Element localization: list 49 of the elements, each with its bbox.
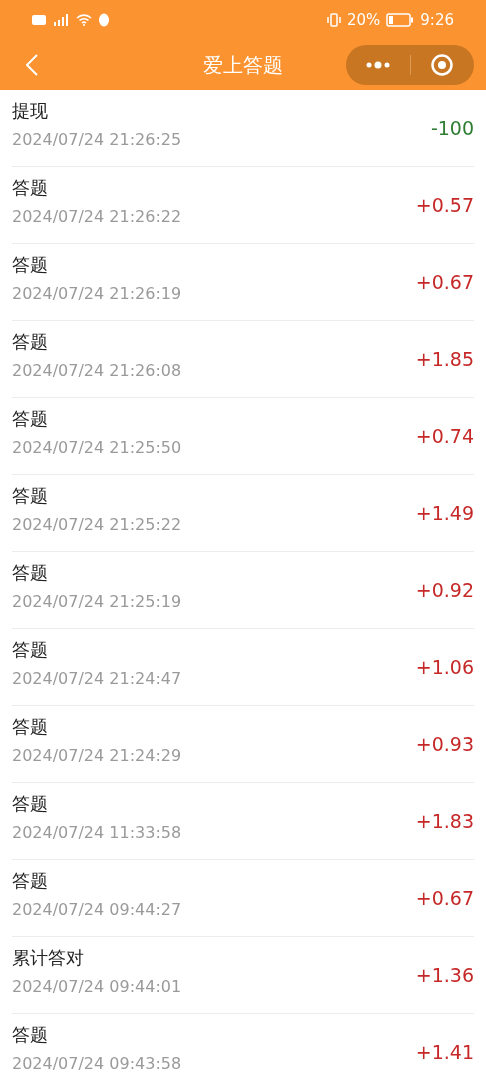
record-title: 累计答对 <box>12 945 85 970</box>
record-amount: +0.93 <box>415 731 474 757</box>
record-title: 答题 <box>12 175 49 200</box>
record-time: 2024/07/24 21:24:29 <box>12 744 182 767</box>
vibrate-icon <box>326 13 341 27</box>
record-time: 2024/07/24 21:26:25 <box>12 128 182 151</box>
record-title: 提现 <box>12 98 49 123</box>
record-time: 2024/07/24 09:44:01 <box>12 975 182 998</box>
record-amount: +0.74 <box>415 423 474 449</box>
record-amount: +1.36 <box>415 962 474 988</box>
record-time: 2024/07/24 09:43:58 <box>12 1052 182 1075</box>
page-title: 爱上答题 <box>203 52 283 79</box>
record-title: 答题 <box>12 329 49 354</box>
record-amount: +1.83 <box>415 808 474 834</box>
record-amount: +0.67 <box>415 269 474 295</box>
record-time: 2024/07/24 21:26:19 <box>12 282 182 305</box>
target-icon <box>431 54 454 76</box>
record-amount: +0.67 <box>415 885 474 911</box>
record-amount: +0.92 <box>415 577 474 603</box>
back-icon <box>26 54 38 76</box>
record-amount: +1.49 <box>415 500 474 526</box>
record-title: 答题 <box>12 560 49 585</box>
wifi-icon <box>76 14 92 26</box>
record-title: 答题 <box>12 791 49 816</box>
record-title: 答题 <box>12 483 49 508</box>
record-title: 答题 <box>12 252 49 277</box>
record-time: 2024/07/24 21:26:08 <box>12 359 182 382</box>
battery-icon <box>386 13 415 27</box>
record-time: 2024/07/24 11:33:58 <box>12 821 182 844</box>
more-icon <box>364 61 391 69</box>
record-amount: +1.06 <box>415 654 474 680</box>
record-amount: +1.85 <box>415 346 474 372</box>
record-title: 答题 <box>12 1022 49 1047</box>
record-time: 2024/07/24 21:25:50 <box>12 436 182 459</box>
record-title: 答题 <box>12 868 49 893</box>
record-title: 答题 <box>12 637 49 662</box>
record-time: 2024/07/24 21:25:19 <box>12 590 182 613</box>
clock-time: 9:26 <box>420 9 454 31</box>
record-amount: +0.57 <box>415 192 474 218</box>
record-time: 2024/07/24 09:44:27 <box>12 898 182 921</box>
signal-icon <box>52 14 70 26</box>
record-time: 2024/07/24 21:26:22 <box>12 205 182 228</box>
record-amount: +1.41 <box>415 1039 474 1065</box>
record-time: 2024/07/24 21:24:47 <box>12 667 182 690</box>
record-title: 答题 <box>12 714 49 739</box>
record-amount: -100 <box>430 115 474 141</box>
battery-percent: 20% <box>346 9 381 31</box>
record-title: 答题 <box>12 406 49 431</box>
record-time: 2024/07/24 21:25:22 <box>12 513 182 536</box>
